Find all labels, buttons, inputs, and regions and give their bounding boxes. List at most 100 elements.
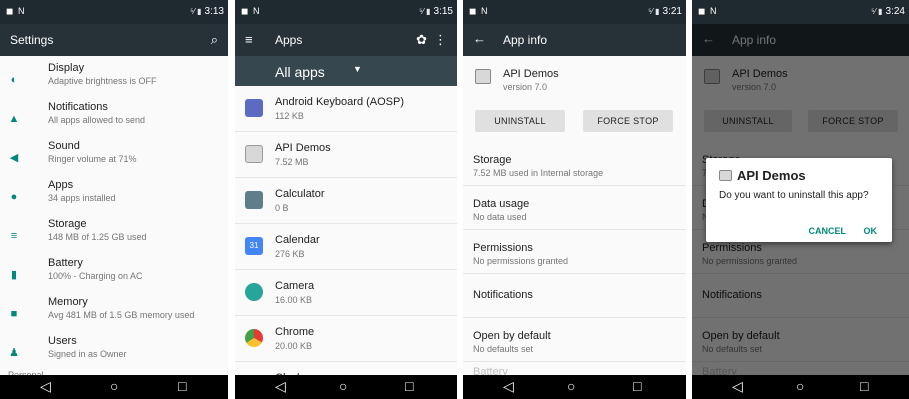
- uninstall-button[interactable]: UNINSTALL: [475, 110, 565, 132]
- app-row[interactable]: Android Keyboard (AOSP) 112 KB: [235, 86, 457, 132]
- app-size: 20.00 KB: [275, 341, 313, 351]
- nav-bar: ◁ ○ □: [235, 375, 457, 399]
- signal-battery-icon: ⁵⁄ ▮: [419, 7, 431, 16]
- page-title: Apps: [275, 33, 303, 47]
- app-row[interactable]: API Demos 7.52 MB: [235, 132, 457, 178]
- volume-icon: ◀: [9, 152, 19, 164]
- api-demos-icon: [719, 170, 732, 181]
- settings-item-sound[interactable]: ◀ Sound Ringer volume at 71%: [0, 140, 228, 179]
- app-row[interactable]: Camera 16.00 KB: [235, 270, 457, 316]
- gear-icon[interactable]: ✿: [416, 32, 427, 48]
- page-title: Settings: [10, 33, 54, 47]
- nav-bar: ◁ ○ □: [0, 375, 228, 399]
- status-bar: ◼ N ⁵⁄ ▮ 3:24: [692, 0, 909, 24]
- section-title: Notifications: [473, 289, 533, 301]
- app-info-toolbar: ← App info: [463, 24, 686, 56]
- notification-icons: ◼ N: [241, 6, 261, 16]
- filter-label: All apps: [275, 64, 325, 80]
- back-icon[interactable]: ◁: [40, 378, 51, 394]
- settings-item-storage[interactable]: ≡ Storage 148 MB of 1.25 GB used: [0, 218, 228, 257]
- settings-item-title: Sound: [48, 140, 80, 152]
- app-size: 7.52 MB: [275, 157, 309, 167]
- home-icon[interactable]: ○: [110, 378, 118, 394]
- bell-icon: ▲: [8, 113, 20, 125]
- status-clock: ⁵⁄ ▮ 3:21: [648, 6, 682, 17]
- section-storage[interactable]: Storage 7.52 MB used in Internal storage: [463, 142, 686, 186]
- search-icon[interactable]: ⌕: [211, 32, 218, 48]
- settings-item-title: Battery: [48, 257, 83, 269]
- signal-battery-icon: ⁵⁄ ▮: [871, 7, 883, 16]
- status-bar: ◼ N ⁵⁄ ▮ 3:21: [463, 0, 686, 24]
- section-open-by-default[interactable]: Open by default No defaults set: [463, 318, 686, 362]
- nav-bar: ◁ ○ □: [692, 375, 909, 399]
- settings-item-title: Apps: [48, 179, 74, 191]
- menu-icon[interactable]: ≡: [245, 32, 253, 47]
- app-name: Calculator: [275, 188, 325, 200]
- app-info-screen: ◼ N ⁵⁄ ▮ 3:21 ← App info API Demos versio…: [463, 0, 686, 399]
- settings-item-notifications[interactable]: ▲ Notifications All apps allowed to send: [0, 101, 228, 140]
- overflow-menu-icon[interactable]: ⋮: [434, 32, 447, 48]
- chrome-icon: [245, 329, 263, 347]
- settings-item-memory[interactable]: ■ Memory Avg 481 MB of 1.5 GB memory use…: [0, 296, 228, 335]
- app-name: API Demos: [503, 68, 559, 80]
- settings-item-users[interactable]: ♟ Users Signed in as Owner: [0, 335, 228, 374]
- api-demos-icon: [245, 145, 263, 163]
- home-icon[interactable]: ○: [567, 378, 575, 394]
- recents-icon[interactable]: □: [633, 378, 641, 394]
- app-size: 276 KB: [275, 249, 305, 259]
- status-bar: ◼ N ⁵⁄ ▮ 3:13: [0, 0, 228, 24]
- settings-item-subtitle: 100% - Charging on AC: [48, 271, 143, 281]
- calculator-icon: [245, 191, 263, 209]
- android-icon: ●: [10, 191, 18, 203]
- settings-item-display[interactable]: ◐ Display Adaptive brightness is OFF: [0, 62, 228, 101]
- status-clock: ⁵⁄ ▮ 3:13: [190, 6, 224, 17]
- dialog-message: Do you want to uninstall this app?: [719, 190, 869, 201]
- signal-battery-icon: ⁵⁄ ▮: [190, 7, 202, 16]
- settings-item-title: Users: [48, 335, 77, 347]
- app-size: 16.00 KB: [275, 295, 313, 305]
- dropdown-caret-icon: ▼: [353, 64, 362, 74]
- app-row[interactable]: Chrome 20.00 KB: [235, 316, 457, 362]
- recents-icon[interactable]: □: [860, 378, 868, 394]
- section-subtitle: No permissions granted: [473, 256, 569, 266]
- app-row[interactable]: 31 Calendar 276 KB: [235, 224, 457, 270]
- back-icon[interactable]: ◁: [732, 378, 743, 394]
- settings-item-title: Memory: [48, 296, 88, 308]
- settings-item-title: Storage: [48, 218, 87, 230]
- section-permissions[interactable]: Permissions No permissions granted: [463, 230, 686, 274]
- settings-item-subtitle: Signed in as Owner: [48, 349, 127, 359]
- section-data-usage[interactable]: Data usage No data used: [463, 186, 686, 230]
- settings-item-apps[interactable]: ● Apps 34 apps installed: [0, 179, 228, 218]
- app-header: API Demos version 7.0: [463, 56, 686, 100]
- ok-button[interactable]: OK: [864, 226, 878, 236]
- app-name: Camera: [275, 280, 315, 292]
- notification-icons: ◼ N: [469, 6, 489, 16]
- back-icon[interactable]: ◁: [275, 378, 286, 394]
- app-row[interactable]: Calculator 0 B: [235, 178, 457, 224]
- section-notifications[interactable]: Notifications: [463, 274, 686, 318]
- settings-item-subtitle: All apps allowed to send: [48, 115, 146, 125]
- back-icon[interactable]: ◁: [503, 378, 514, 394]
- home-icon[interactable]: ○: [339, 378, 347, 394]
- status-clock: ⁵⁄ ▮ 3:15: [419, 6, 453, 17]
- notification-icons: ◼ N: [6, 6, 26, 16]
- app-version: version 7.0: [503, 82, 548, 92]
- section-title: Data usage: [473, 198, 530, 210]
- status-clock: ⁵⁄ ▮ 3:24: [871, 6, 905, 17]
- recents-icon[interactable]: □: [405, 378, 413, 394]
- app-size: 0 B: [275, 203, 289, 213]
- force-stop-button[interactable]: FORCE STOP: [583, 110, 673, 132]
- memory-icon: ■: [10, 308, 18, 320]
- settings-item-battery[interactable]: ▮ Battery 100% - Charging on AC: [0, 257, 228, 296]
- keyboard-icon: [245, 99, 263, 117]
- display-icon: ◐: [10, 74, 18, 86]
- settings-item-title: Display: [48, 62, 85, 74]
- recents-icon[interactable]: □: [178, 378, 186, 394]
- notification-icons: ◼ N: [698, 6, 718, 16]
- apps-filter-dropdown[interactable]: All apps ▼: [235, 56, 457, 86]
- home-icon[interactable]: ○: [796, 378, 804, 394]
- cancel-button[interactable]: CANCEL: [809, 226, 847, 236]
- back-arrow-icon[interactable]: ←: [473, 31, 486, 46]
- user-icon: ♟: [9, 347, 19, 359]
- section-subtitle: 7.52 MB used in Internal storage: [473, 168, 604, 178]
